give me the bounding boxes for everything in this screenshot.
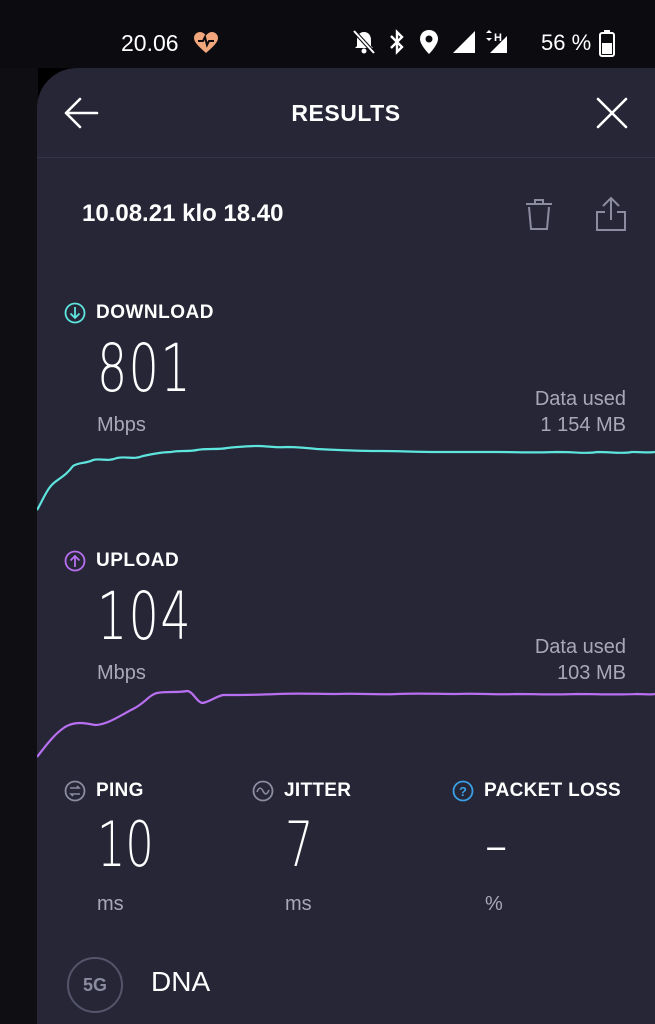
- share-icon[interactable]: [595, 196, 627, 232]
- upload-icon: [64, 550, 86, 572]
- battery-icon: [599, 30, 615, 57]
- jitter-icon: [252, 780, 274, 802]
- page-title: RESULTS: [291, 100, 401, 126]
- jitter-metric: JITTER: [252, 778, 351, 804]
- jitter-unit: ms: [285, 893, 312, 915]
- data-hplus-icon: H: [486, 30, 507, 53]
- upload-value: 104: [97, 578, 193, 655]
- packet-loss-label: PACKET LOSS: [484, 780, 622, 801]
- download-value: 801: [97, 330, 193, 407]
- ping-label: PING: [96, 780, 144, 801]
- download-icon: [64, 302, 86, 324]
- ping-unit: ms: [97, 893, 124, 915]
- upload-unit: Mbps: [97, 662, 146, 684]
- bluetooth-icon: [390, 29, 404, 55]
- signal-icon: [453, 31, 475, 53]
- download-graph: [37, 444, 655, 511]
- bell-off-icon: [352, 29, 376, 55]
- close-icon[interactable]: [595, 96, 629, 130]
- ping-metric: PING: [64, 778, 144, 804]
- packet-loss-unit: %: [485, 893, 503, 915]
- upload-data-used-value: 103 MB: [557, 662, 626, 684]
- heart-rate-icon: [194, 32, 218, 53]
- upload-label: UPLOAD: [96, 550, 180, 571]
- download-label-row: DOWNLOAD: [64, 300, 214, 326]
- help-icon[interactable]: ?: [452, 780, 474, 802]
- provider-name: DNA: [151, 966, 211, 997]
- download-data-used-label: Data used: [534, 388, 626, 410]
- upload-data-used-label: Data used: [534, 636, 626, 658]
- download-unit: Mbps: [97, 414, 146, 436]
- packet-loss-value: –: [485, 808, 508, 881]
- trash-icon[interactable]: [524, 198, 554, 232]
- ping-value: 10: [97, 808, 154, 881]
- signal-icon: [510, 29, 511, 30]
- download-data-used-value: 1 154 MB: [540, 414, 626, 436]
- status-time: 20.06: [121, 30, 179, 56]
- download-label: DOWNLOAD: [96, 302, 214, 323]
- svg-text:H: H: [494, 32, 502, 44]
- upload-graph: [37, 689, 655, 758]
- results-panel: RESULTS 10.08.21 klo 18.40 DOWNLOAD 801 …: [37, 68, 655, 1024]
- battery-percent: 56 %: [541, 30, 592, 55]
- jitter-value: 7: [285, 808, 314, 881]
- upload-label-row: UPLOAD: [64, 548, 179, 574]
- status-bar: 20.06 H 56 %: [0, 0, 655, 68]
- packet-loss-metric: ? PACKET LOSS: [452, 778, 621, 804]
- svg-text:?: ?: [459, 784, 467, 799]
- network-type-badge: 5G: [67, 957, 123, 1013]
- result-date: 10.08.21 klo 18.40: [82, 200, 284, 227]
- location-icon: [420, 30, 438, 54]
- jitter-label: JITTER: [284, 780, 352, 801]
- background-app-edge: [0, 68, 38, 1024]
- header: RESULTS: [37, 68, 655, 158]
- ping-icon: [64, 780, 86, 802]
